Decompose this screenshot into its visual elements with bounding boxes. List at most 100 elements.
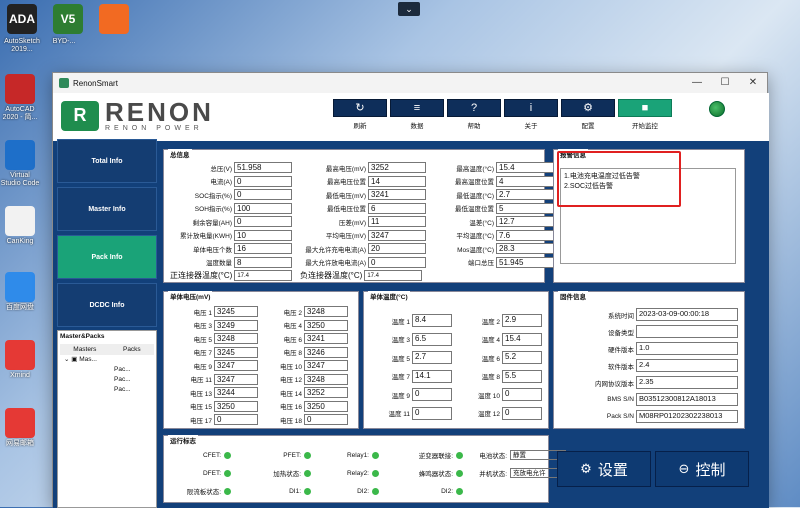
- cell-temp-value: 0: [412, 388, 452, 401]
- renon-logo: R RENON RENON POWER: [61, 99, 214, 132]
- toolbar-info-button[interactable]: i 关于: [504, 99, 558, 133]
- summary-field-value: 0: [234, 189, 292, 200]
- alarm-highlight-box: [557, 151, 681, 207]
- tree-pack-node[interactable]: Pac...: [60, 375, 154, 385]
- status-dot-icon: [456, 487, 463, 495]
- cell-temp-field: 温度 12 0: [458, 406, 542, 420]
- status-dot-icon: [224, 487, 231, 495]
- summary-field: 平均电压(mV) 3247: [292, 229, 426, 241]
- tree-pack-node[interactable]: Pac...: [60, 365, 154, 375]
- cell-voltage-label: 电压 6: [283, 336, 302, 344]
- sidebar-item-master-info[interactable]: Master Info: [57, 187, 157, 231]
- settings-label: 设置: [597, 461, 628, 479]
- firmware-value: 1.0: [636, 342, 738, 355]
- desktop-shortcut[interactable]: 百度网盘: [0, 272, 40, 312]
- tree-col-masters[interactable]: Masters: [73, 346, 96, 353]
- desktop-shortcut[interactable]: V5: [48, 4, 88, 36]
- run-flag: 限流板状态:: [164, 486, 231, 496]
- toolbar-help-button[interactable]: ? 帮助: [447, 99, 501, 133]
- summary-field-label: 电流(A): [210, 179, 232, 186]
- close-button[interactable]: ✕: [739, 73, 767, 93]
- firmware-value: 2.35: [636, 376, 738, 389]
- desktop-shortcut[interactable]: 网易邮箱: [0, 408, 40, 448]
- cell-temp-field: 温度 7 14.1: [368, 369, 452, 383]
- status-dot-icon: [372, 487, 379, 495]
- summary-field: 最高温度位置 4: [426, 175, 554, 187]
- help-icon: ?: [447, 99, 501, 117]
- firmware-value: M08RP01202302238013: [636, 410, 738, 423]
- control-button[interactable]: ⊖ 控制: [655, 451, 749, 487]
- cell-voltage-value: 3245: [214, 306, 258, 317]
- toolbar-database-button[interactable]: ≡ 数据: [390, 99, 444, 133]
- pos-connector-temp-label: 正连接器温度(°C): [170, 271, 233, 280]
- toolbar-label: 关于: [524, 123, 538, 130]
- desktop-app-icon: [99, 4, 129, 34]
- desktop-shortcut-label: AutoSketch 2019...: [4, 38, 40, 53]
- cell-temp-label: 温度 11: [388, 411, 410, 418]
- sidebar-item-dcdc-info[interactable]: DCDC Info: [57, 283, 157, 327]
- desktop-app-icon: [5, 74, 35, 104]
- summary-field-label: 温差(°C): [469, 219, 494, 227]
- run-flag: DI1:: [244, 486, 311, 496]
- desktop-shortcut[interactable]: ADA: [2, 4, 42, 36]
- cell-voltage-label: 电压 13: [189, 390, 212, 398]
- sidebar-item-total-info[interactable]: Total Info: [57, 139, 157, 183]
- toolbar-refresh-button[interactable]: ↻ 刷新: [333, 99, 387, 133]
- cell-voltage-value: 3248: [304, 306, 348, 317]
- summary-field: SOC指示(%) 0: [164, 189, 292, 200]
- cell-voltage-value: 3252: [304, 387, 348, 398]
- cell-temp-field: 温度 1 8.4: [368, 314, 452, 327]
- desktop-shortcut-label: Xmind: [10, 372, 30, 379]
- cell-temp-value: 2.9: [502, 314, 542, 327]
- summary-field: 最高电压位置 14: [292, 175, 426, 187]
- desktop-shortcut[interactable]: Xmind: [0, 340, 40, 380]
- title-bar[interactable]: RenonSmart — ☐ ✕: [53, 73, 767, 93]
- summary-field-label: 最高电压(mV): [325, 165, 366, 173]
- desktop-shortcut[interactable]: AutoCAD 2020 - 简...: [0, 74, 40, 122]
- minimize-button[interactable]: —: [683, 73, 711, 93]
- summary-field-label: 最低电压(mV): [325, 192, 366, 200]
- tree-col-packs[interactable]: Packs: [123, 346, 141, 353]
- run-flag: CFET:: [164, 450, 231, 460]
- cell-voltage-value: 3247: [214, 373, 258, 385]
- taskbar-chevron-up-icon[interactable]: ⌄: [398, 2, 420, 16]
- desktop-shortcut-label: BYD-...: [52, 38, 76, 45]
- summary-field: 最低电压位置 6: [292, 202, 426, 214]
- tree-master-node[interactable]: ⌄ ▣ Mas...: [60, 355, 154, 365]
- summary-field-label: 累计放电量(KWH): [180, 233, 232, 240]
- run-flag: DFET:: [164, 468, 231, 478]
- maximize-button[interactable]: ☐: [711, 73, 739, 93]
- run-flags-title: 运行标志: [168, 435, 198, 445]
- logo-subtitle: RENON POWER: [105, 125, 203, 132]
- run-flag: 蜂鸣器状态:: [394, 468, 463, 478]
- desktop-shortcut-label: Virtual Studio Code: [0, 172, 40, 187]
- firmware-label: 软件版本: [608, 363, 634, 371]
- cell-voltage-field: 电压 18 0: [260, 414, 348, 425]
- cell-voltage-panel: 单体电压(mV) 电压 1 3245 电压 2 3248 电压 3 3249 电压 4 325…: [163, 291, 359, 429]
- cell-temp-label: 温度 8: [481, 374, 500, 381]
- desktop-shortcut[interactable]: [94, 4, 134, 36]
- run-flag-label: DI2:: [441, 487, 453, 495]
- tree-pack-node[interactable]: Pac...: [60, 385, 154, 395]
- desktop-shortcut[interactable]: CanKing: [0, 206, 40, 246]
- summary-field-value: 11: [368, 216, 426, 227]
- status-dot-icon: [304, 451, 311, 459]
- cell-voltage-field: 电压 16 3250: [260, 400, 348, 412]
- run-flag-label: 加热状态:: [273, 471, 301, 478]
- cell-temp-value: 6.5: [412, 332, 452, 346]
- toolbar-gear-button[interactable]: ⚙ 配置: [561, 99, 615, 133]
- summary-title: 总信息: [168, 149, 192, 159]
- settings-button[interactable]: ⚙ 设置: [557, 451, 651, 487]
- toolbar-label: 帮助: [467, 123, 481, 130]
- desktop-shortcut[interactable]: Virtual Studio Code: [0, 140, 40, 188]
- summary-field-value: 100: [234, 202, 292, 214]
- summary-field-value: 2.7: [496, 189, 554, 200]
- summary-field-label: 最高电压位置: [327, 179, 366, 186]
- run-flag-label: 逆变器联接:: [418, 453, 453, 460]
- toolbar-stop-button[interactable]: ■ 开始监控: [618, 99, 672, 133]
- cell-temp-field: 温度 6 5.2: [458, 351, 542, 364]
- summary-field-label: 最高温度位置: [455, 179, 494, 186]
- sidebar-item-pack-info[interactable]: Pack Info: [57, 235, 157, 279]
- cell-voltage-value: 3250: [304, 319, 348, 331]
- cell-voltage-label: 电压 18: [279, 417, 302, 425]
